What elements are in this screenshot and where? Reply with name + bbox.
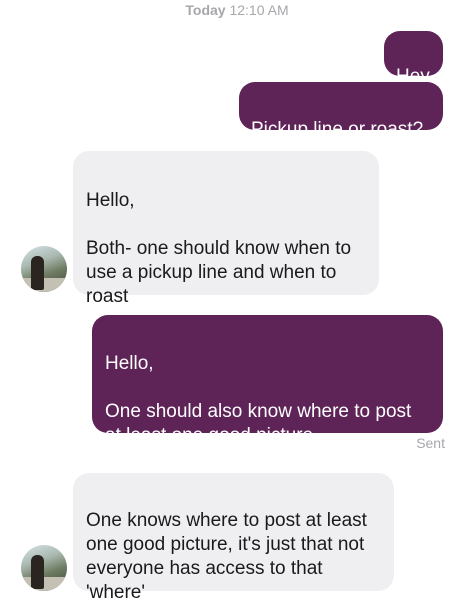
timestamp-time: 12:10 AM	[229, 2, 289, 18]
sent-status: Sent	[416, 435, 445, 451]
message-bubble-incoming[interactable]: One knows where to post at least one goo…	[73, 473, 394, 603]
timestamp-day: Today	[185, 2, 226, 18]
message-bubble-outgoing[interactable]: Hey	[384, 31, 443, 87]
message-text: Hello, Both- one should know when to use…	[86, 190, 352, 307]
conversation-timestamp: Today 12:10 AM	[0, 2, 474, 18]
message-text: Hello, One should also know where to pos…	[105, 353, 412, 446]
message-bubble-incoming[interactable]: Hello, Both- one should know when to use…	[73, 151, 379, 307]
message-bubble-outgoing[interactable]: Hello, One should also know where to pos…	[92, 315, 443, 446]
contact-avatar[interactable]	[21, 545, 67, 591]
message-text: Pickup line or roast?	[251, 119, 424, 140]
message-text: One knows where to post at least one goo…	[86, 510, 367, 603]
contact-avatar[interactable]	[21, 246, 67, 292]
message-bubble-outgoing[interactable]: Pickup line or roast?	[239, 82, 443, 140]
